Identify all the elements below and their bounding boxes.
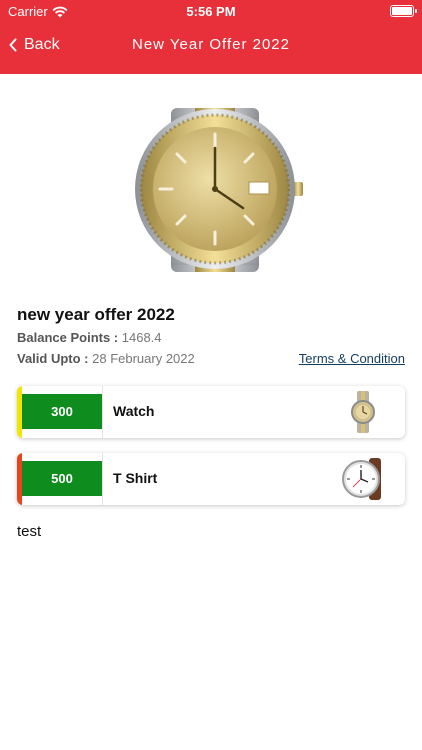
status-bar: Carrier 5:56 PM [0,0,422,24]
nav-bar: Back New Year Offer 2022 [0,28,422,68]
balance-value: 1468.4 [121,330,162,345]
balance-points: Balance Points : 1468.4 [17,330,162,345]
reward-card-watch[interactable]: 300 Watch [17,386,405,438]
card-divider [102,453,103,505]
balance-label: Balance Points : [17,330,119,345]
terms-link[interactable]: Terms & Condition [299,351,405,366]
valid-upto: Valid Upto : 28 February 2022 [17,351,195,366]
card-divider [102,386,103,438]
reward-points: 500 [22,461,102,496]
offer-title: new year offer 2022 [17,305,175,324]
app-header: Carrier 5:56 PM Back New Year Offer 2022 [0,0,422,74]
wristwatch-thumbnail [342,458,381,500]
battery-icon [390,5,417,17]
reward-card-tshirt[interactable]: 500 T Shirt [17,453,405,505]
valid-value: 28 February 2022 [92,351,195,366]
status-time: 5:56 PM [186,4,236,19]
page-title: New Year Offer 2022 [132,36,290,53]
reward-points: 300 [22,394,102,429]
valid-label: Valid Upto : [17,351,89,366]
offer-hero-image [135,108,303,272]
watch-thumbnail [351,391,375,433]
reward-name: T Shirt [113,470,158,486]
reward-name: Watch [113,403,155,419]
offer-description: test [17,523,42,540]
